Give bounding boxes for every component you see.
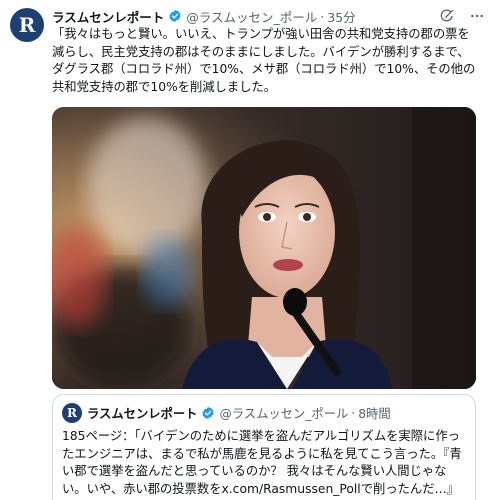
quoted-text-line: たエンジニアは、まるで私が馬鹿を見るように私を見てこう言った。『青	[62, 446, 462, 461]
quoted-author-name[interactable]: ラスムセンレポート	[87, 404, 197, 422]
author-handle[interactable]: @ラスムッセン_ポール	[186, 7, 317, 26]
quoted-post-time[interactable]: 8時間	[358, 404, 390, 422]
tweet-text-line: ダグラス郡（コロラド州）で10%、メサ郡（コロラド州）で10%、その他の	[52, 62, 476, 76]
quoted-text-line: 185ページ：「バイデンのために選挙を盗んだアルゴリズムを実際に作っ	[62, 429, 460, 443]
post-time[interactable]: 35分	[327, 7, 355, 26]
header-separator: ·	[320, 8, 325, 24]
quoted-text-line: い郡で選挙を盗んだと思っているのか？ 我々はそんな賢い人間じゃな	[62, 464, 447, 478]
tweet-actions	[439, 8, 485, 24]
tweet-photo[interactable]	[52, 107, 476, 389]
verified-badge-icon	[169, 9, 181, 23]
tweet-header: ラスムセンレポート @ラスムッセン_ポール · 35分	[52, 6, 433, 26]
avatar-letter: R	[18, 13, 36, 37]
tweet-text-line: 「我々はもっと賢い。いいえ、トランプが強い田舎の共和党支持の郡の票を	[52, 27, 470, 41]
quoted-tweet[interactable]: R ラスムセンレポート @ラスムッセン_ポール · 8時間 185ページ：「バイ…	[52, 394, 476, 500]
avatar-letter: R	[67, 406, 77, 420]
tweet-text-line: 減らし、民主党支持の郡はそのままにしました。バイデンが勝利するまで、	[52, 44, 470, 59]
tweet-text: 「我々はもっと賢い。いいえ、トランプが強い田舎の共和党支持の郡の票を 減らし、民…	[52, 26, 488, 96]
quoted-tweet-header: ラスムセンレポート @ラスムッセン_ポール · 8時間	[87, 403, 391, 423]
tweet[interactable]: R ラスムセンレポート @ラスムッセン_ポール · 35分 「我々はもっと賢い。…	[0, 0, 493, 500]
more-options-icon[interactable]	[469, 8, 485, 24]
quoted-author-avatar[interactable]: R	[62, 403, 82, 423]
tweet-text-line: 共和党支持の郡で10%を削減しました。	[52, 79, 277, 94]
header-separator: ·	[351, 406, 356, 420]
quoted-author-handle[interactable]: @ラスムッセン_ポール	[219, 404, 348, 422]
author-avatar[interactable]: R	[10, 8, 44, 42]
grok-icon[interactable]	[439, 8, 455, 24]
author-name[interactable]: ラスムセンレポート	[52, 7, 164, 26]
verified-badge-icon	[202, 406, 214, 420]
quoted-text-line: い。いや、赤い郡の投票数をx.com/Rasmussen_Pollで削ったんだ……	[62, 481, 460, 496]
quoted-tweet-text: 185ページ：「バイデンのために選挙を盗んだアルゴリズムを実際に作っ たエンジニ…	[62, 428, 472, 498]
photo-illustration	[52, 107, 476, 389]
